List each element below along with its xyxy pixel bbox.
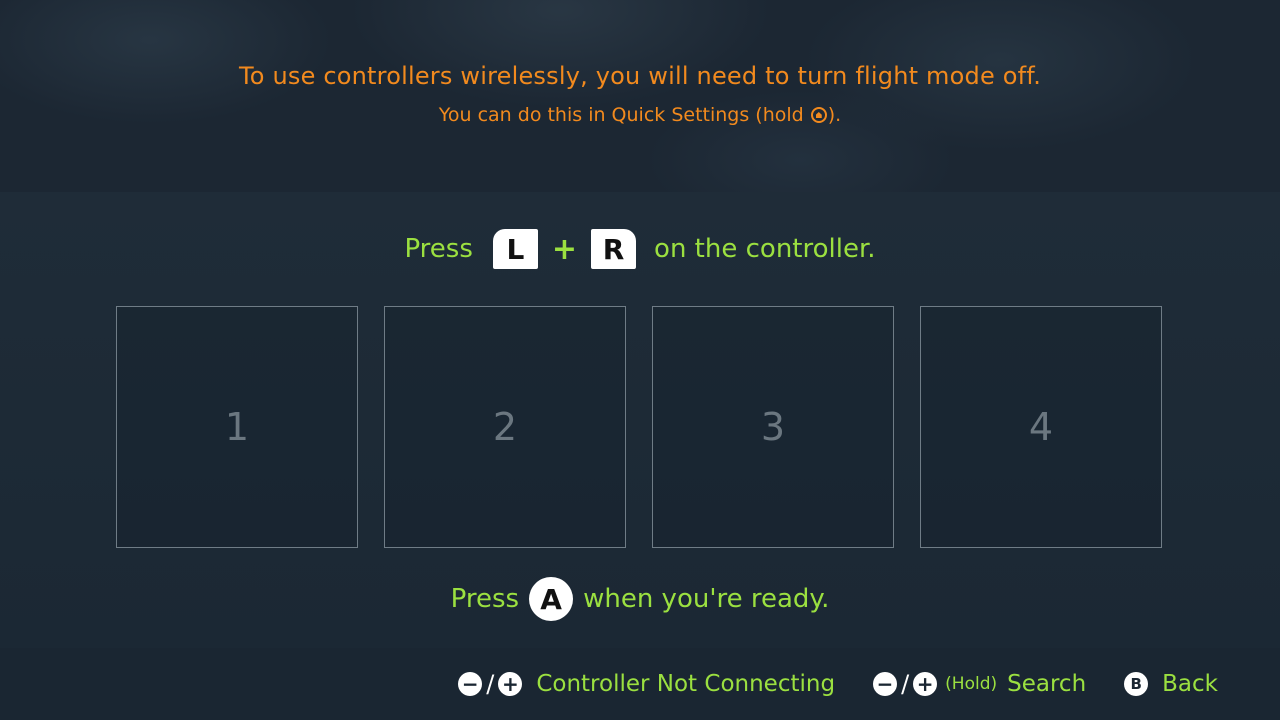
plus-symbol: + (551, 231, 578, 267)
search-label: Search (1007, 671, 1087, 697)
minus-button-icon: − (458, 672, 483, 696)
plus-button-icon: + (913, 672, 938, 696)
controller-not-connecting-label: Controller Not Connecting (536, 671, 836, 697)
controller-slot-2: 2 (384, 306, 626, 548)
search-button[interactable]: − / + (Hold) Search (873, 670, 1086, 698)
r-button-icon: R (591, 229, 637, 269)
back-label: Back (1162, 671, 1218, 697)
footer-bar: − / + Controller Not Connecting − / + (H… (0, 648, 1280, 720)
flight-mode-warning: To use controllers wirelessly, you will … (238, 62, 1042, 90)
minus-button-icon: − (873, 672, 898, 696)
back-button[interactable]: B Back (1124, 671, 1218, 697)
flight-mode-banner (0, 0, 1280, 192)
controller-slot-1: 1 (116, 306, 358, 548)
quick-settings-hint-text: You can do this in Quick Settings (hold (438, 104, 810, 126)
b-button-icon: B (1124, 672, 1149, 696)
ready-suffix: when you're ready. (583, 584, 830, 614)
slash-separator: / (486, 670, 495, 698)
a-button-icon: A (529, 577, 574, 621)
controller-not-connecting-button[interactable]: − / + Controller Not Connecting (458, 670, 835, 698)
press-label: Press (404, 234, 473, 264)
instruction-suffix: on the controller. (654, 234, 876, 264)
plus-button-icon: + (498, 672, 523, 696)
quick-settings-hint-end: ). (827, 104, 842, 126)
pairing-instruction: Press L + R on the controller. (0, 228, 1280, 270)
ready-instruction[interactable]: Press A when you're ready. (0, 577, 1280, 621)
controller-slot-4: 4 (920, 306, 1162, 548)
l-button-icon: L (492, 229, 538, 269)
controller-slot-3: 3 (652, 306, 894, 548)
footer-actions: − / + Controller Not Connecting − / + (H… (458, 648, 1218, 720)
home-button-icon (810, 107, 827, 123)
slash-separator: / (901, 670, 910, 698)
hold-label: (Hold) (945, 674, 998, 694)
ready-press-label: Press (450, 584, 520, 614)
quick-settings-hint: You can do this in Quick Settings (hold … (0, 104, 1280, 126)
